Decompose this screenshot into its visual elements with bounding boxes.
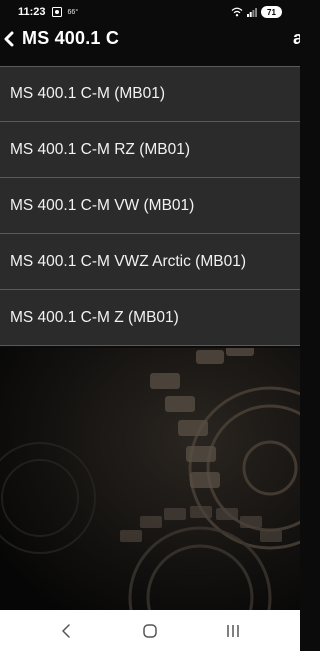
status-right: 71 (231, 6, 282, 18)
battery-icon: 71 (261, 6, 282, 18)
status-time: 11:23 (18, 6, 46, 18)
list-item[interactable]: MS 400.1 C-M (MB01) (0, 66, 300, 122)
list-item[interactable]: MS 400.1 C-M RZ (MB01) (0, 122, 300, 178)
chevron-left-icon (4, 31, 14, 47)
list-item[interactable]: MS 400.1 C-M VW (MB01) (0, 178, 300, 234)
screen-record-icon (51, 7, 62, 17)
nav-recents-icon (227, 625, 239, 637)
truncated-icon: a (293, 28, 300, 48)
nav-home-icon (143, 624, 157, 638)
status-temperature: 66° (67, 8, 79, 16)
status-left: 11:23 66° (18, 6, 78, 18)
wifi-icon (231, 7, 243, 17)
system-nav-bar (0, 610, 300, 651)
nav-home-button[interactable] (135, 620, 165, 642)
back-button[interactable] (0, 24, 18, 54)
nav-recents-button[interactable] (218, 620, 248, 642)
signal-icon (247, 8, 257, 17)
nav-back-button[interactable] (51, 620, 81, 642)
variant-list: MS 400.1 C-M (MB01) MS 400.1 C-M RZ (MB0… (0, 66, 300, 346)
header: MS 400.1 C a (0, 24, 300, 64)
list-item[interactable]: MS 400.1 C-M Z (MB01) (0, 290, 300, 346)
page-title: MS 400.1 C (22, 28, 120, 48)
nav-back-icon (62, 624, 70, 638)
status-bar: 11:23 66° 71 (0, 0, 300, 26)
gear-background-image (0, 348, 300, 610)
app-screen: 11:23 66° 71 MS 400.1 C a MS 400.1 C-M (… (0, 0, 300, 651)
list-item[interactable]: MS 400.1 C-M VWZ Arctic (MB01) (0, 234, 300, 290)
